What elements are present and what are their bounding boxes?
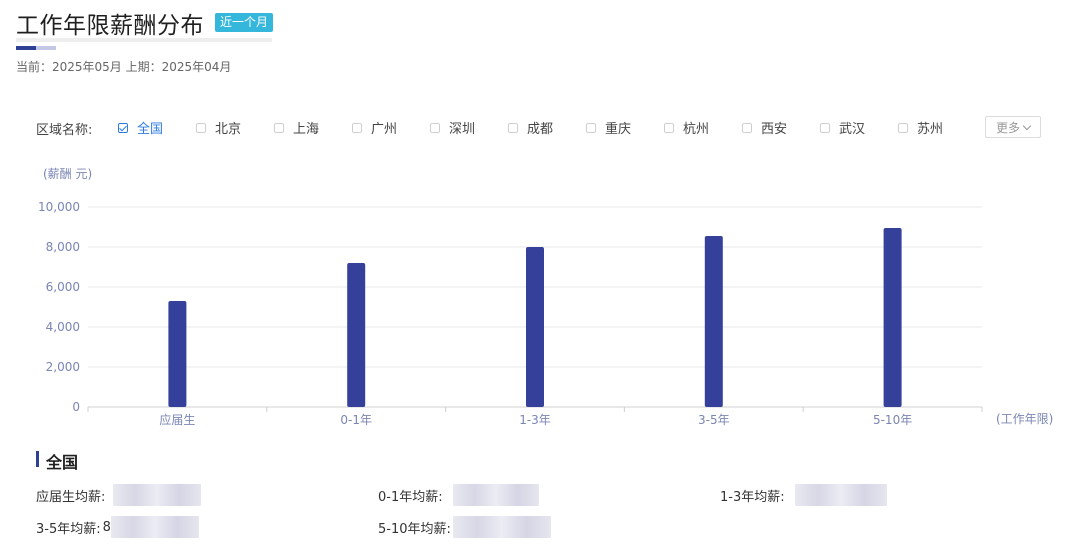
title-underline-secondary (36, 46, 56, 50)
summary-title: 全国 (46, 453, 79, 472)
avg-salary-3-5: 3-5年均薪: 8 (36, 516, 199, 538)
checkbox-icon[interactable] (820, 122, 830, 133)
region-option[interactable]: 苏州 (898, 118, 943, 137)
x-axis-title: (工作年限) (996, 412, 1053, 426)
title-underline-accent (16, 46, 36, 50)
checkbox-icon[interactable] (898, 122, 908, 133)
bar[interactable] (883, 228, 902, 407)
region-option-label: 成都 (527, 122, 554, 137)
avg-salary-label: 5-10年均薪: (378, 521, 451, 537)
avg-salary-0-1: 0-1年均薪: (378, 484, 539, 506)
page-title: 工作年限薪酬分布 (16, 13, 204, 39)
x-tick-label: 5-10年 (873, 413, 912, 427)
checkbox-checked-icon[interactable] (118, 122, 128, 133)
y-tick-label: 4,000 (46, 320, 80, 334)
region-option-label: 广州 (371, 122, 398, 137)
region-option[interactable]: 上海 (274, 118, 319, 137)
checkbox-icon[interactable] (664, 122, 674, 133)
avg-salary-label: 1-3年均薪: (720, 489, 785, 505)
x-tick-label: 1-3年 (519, 413, 551, 427)
checkbox-icon[interactable] (508, 122, 518, 133)
blurred-value (452, 516, 551, 538)
section-accent-bar (36, 451, 39, 467)
more-button-label: 更多 (995, 120, 1020, 135)
region-option[interactable]: 成都 (508, 118, 553, 137)
region-option[interactable]: 重庆 (586, 118, 631, 137)
avg-salary-5-10: 5-10年均薪: (378, 516, 551, 538)
region-option[interactable]: 广州 (352, 118, 397, 137)
region-option[interactable]: 深圳 (430, 118, 475, 137)
x-tick-label: 3-5年 (698, 413, 730, 427)
region-option[interactable]: 杭州 (664, 118, 709, 137)
chart-bars (168, 228, 902, 407)
region-option[interactable]: 北京 (196, 118, 241, 137)
region-option[interactable]: 武汉 (820, 118, 865, 137)
blurred-value (452, 484, 539, 506)
avg-salary-prefix: 8 (102, 519, 111, 535)
region-option-label: 全国 (137, 122, 164, 137)
blurred-value (794, 484, 887, 506)
title-underline (16, 38, 272, 42)
blurred-value (110, 516, 199, 538)
avg-salary-label: 应届生均薪: (36, 489, 106, 505)
region-option-label: 重庆 (605, 122, 632, 137)
y-tick-label: 0 (72, 400, 80, 414)
checkbox-icon[interactable] (274, 122, 284, 133)
checkbox-icon[interactable] (742, 122, 752, 133)
chevron-down-icon (1022, 121, 1032, 130)
avg-salary-graduate: 应届生均薪: (36, 484, 202, 506)
avg-salary-label: 3-5年均薪: (36, 521, 101, 537)
y-tick-label: 8,000 (46, 240, 80, 254)
checkbox-icon[interactable] (586, 122, 596, 133)
checkbox-icon[interactable] (196, 122, 206, 133)
bar[interactable] (168, 301, 187, 407)
x-tick-label: 0-1年 (340, 413, 372, 427)
region-option[interactable]: 西安 (742, 118, 787, 137)
avg-salary-1-3: 1-3年均薪: (720, 484, 887, 506)
y-axis-ticks: 0 2,000 4,000 6,000 8,000 10,000 (38, 200, 80, 414)
y-tick-label: 2,000 (46, 360, 80, 374)
region-option-label: 上海 (293, 122, 320, 137)
region-option-label: 北京 (215, 122, 242, 137)
bar[interactable] (704, 236, 723, 407)
avg-salary-label: 0-1年均薪: (378, 489, 443, 505)
y-axis-title: (薪酬 元) (43, 167, 92, 181)
period-text: 当前：2025年05月 上期：2025年04月 (16, 60, 232, 74)
salary-bar-chart: 0 2,000 4,000 6,000 8,000 10,000 应届生 0-1年 1-3年 3… (38, 167, 1053, 427)
period-badge: 近一个月 (215, 13, 274, 32)
more-regions-button[interactable]: 更多 (985, 116, 1041, 138)
bar[interactable] (347, 263, 366, 407)
y-tick-label: 10,000 (38, 200, 80, 214)
region-option-label: 杭州 (683, 122, 710, 137)
checkbox-icon[interactable] (352, 122, 362, 133)
y-tick-label: 6,000 (46, 280, 80, 294)
checkbox-icon[interactable] (430, 122, 440, 133)
x-axis: 应届生 0-1年 1-3年 3-5年 5-10年 (87, 407, 983, 427)
blurred-value (113, 484, 202, 506)
x-tick-label: 应届生 (159, 412, 195, 427)
bar[interactable] (526, 247, 544, 407)
region-option-label: 深圳 (449, 122, 476, 137)
region-option-label: 西安 (761, 122, 788, 137)
region-option-label: 武汉 (839, 122, 866, 137)
region-option-label: 苏州 (917, 122, 944, 137)
region-option[interactable]: 全国 (118, 118, 163, 137)
region-filter-label: 区域名称: (36, 123, 93, 138)
